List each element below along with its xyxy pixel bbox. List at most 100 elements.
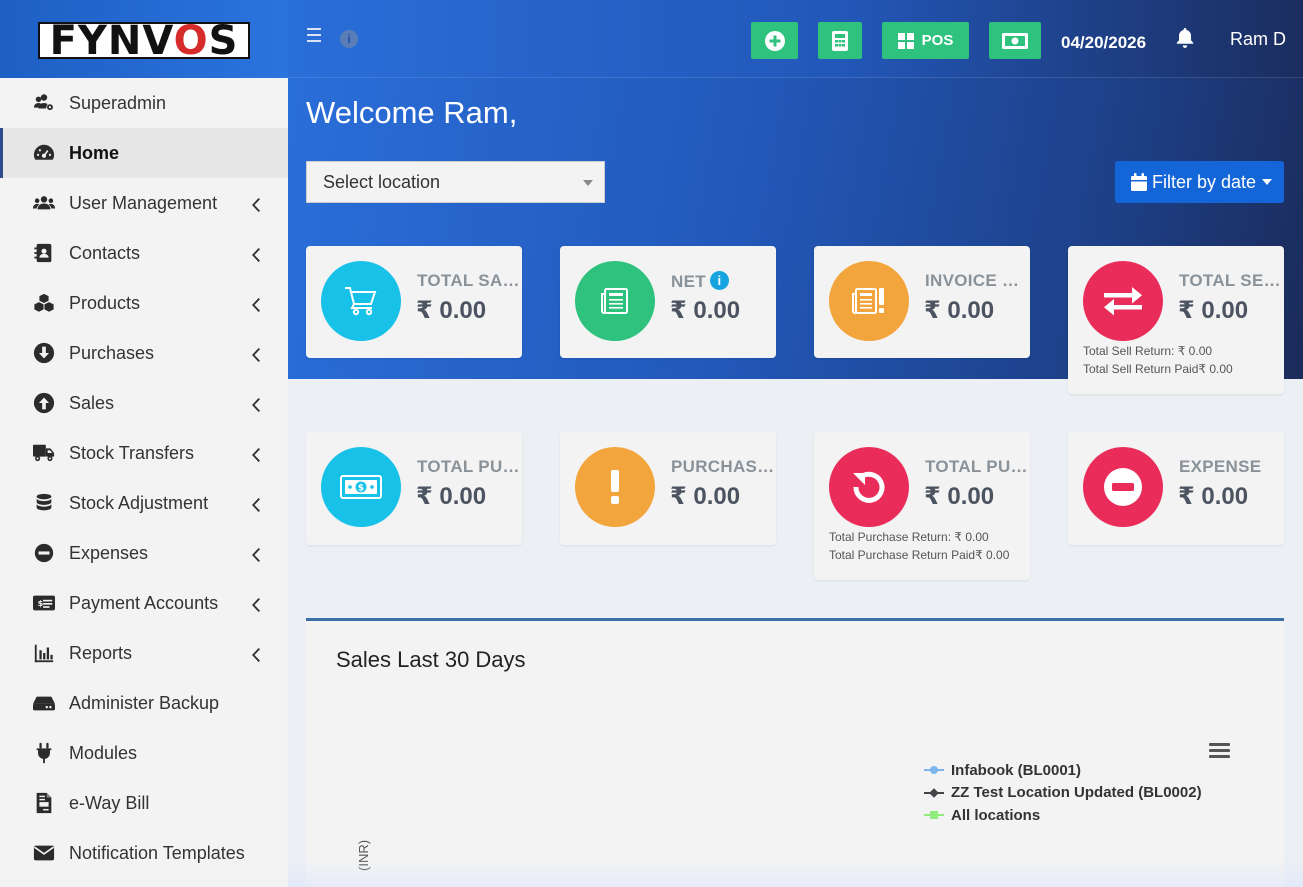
truck-icon <box>32 441 56 465</box>
sidebar-item-e-way-bill[interactable]: e-Way Bill <box>0 778 288 828</box>
sales-chart-panel: Sales Last 30 Days Infabook (BL0001) ZZ T… <box>306 618 1284 887</box>
dashboard-icon <box>32 141 56 165</box>
sidebar-item-label: Products <box>69 292 141 313</box>
sidebar-item-home[interactable]: Home <box>0 128 288 178</box>
sidebar-item-stock-adjustment[interactable]: Stock Adjustment <box>0 478 288 528</box>
pos-button[interactable]: POS <box>882 22 969 59</box>
card-value: ₹ 0.00 <box>1178 297 1249 324</box>
welcome-heading: Welcome Ram, <box>306 95 518 130</box>
legend-item[interactable]: Infabook (BL0001) <box>924 759 1202 782</box>
sidebar-item-label: Stock Adjustment <box>69 492 209 513</box>
cash-register-button[interactable] <box>989 22 1041 59</box>
hdd-icon <box>32 691 56 715</box>
card-value: ₹ 0.00 <box>924 297 995 324</box>
legend-label: Infabook (BL0001) <box>951 761 1082 779</box>
purchase-return-paid: Total Purchase Return Paid₹ 0.00 <box>829 548 1010 562</box>
sidebar-item-label: Payment Accounts <box>69 592 219 613</box>
stat-card-invoice-due: INVOICE DUE ₹ 0.00 <box>814 246 1030 358</box>
stat-card-net: NET i ₹ 0.00 <box>560 246 776 358</box>
card-value: ₹ 0.00 <box>416 297 487 324</box>
card-value: ₹ 0.00 <box>924 483 995 510</box>
sidebar-item-expenses[interactable]: Expenses <box>0 528 288 578</box>
notifications-bell-icon[interactable] <box>1176 28 1194 48</box>
legend-swatch <box>924 787 944 798</box>
hamburger-menu-icon[interactable] <box>307 28 321 42</box>
calculator-icon <box>832 30 848 51</box>
sidebar-item-superadmin[interactable]: Superadmin <box>0 78 288 128</box>
sidebar-item-user-management[interactable]: User Management <box>0 178 288 228</box>
legend-item[interactable]: All locations <box>924 804 1202 827</box>
exchange-icon <box>1083 261 1163 341</box>
legend-swatch <box>924 810 944 820</box>
user-menu[interactable]: Ram D <box>1230 29 1286 50</box>
location-select[interactable]: Select location <box>306 161 605 203</box>
sidebar-item-sales[interactable]: Sales <box>0 378 288 428</box>
sidebar-item-administer-backup[interactable]: Administer Backup <box>0 678 288 728</box>
sidebar-item-label: Superadmin <box>69 92 167 113</box>
cubes-icon <box>32 291 56 315</box>
sidebar-item-label: Administer Backup <box>69 692 220 713</box>
info-icon[interactable]: i <box>340 30 358 48</box>
svg-text:$: $ <box>38 598 44 608</box>
arrow-circle-up-icon <box>32 391 56 415</box>
card-title: EXPENSE <box>1179 457 1262 476</box>
cart-icon <box>321 261 401 341</box>
grid-icon <box>897 32 914 49</box>
svg-text:$: $ <box>358 484 364 494</box>
sidebar-item-label: Sales <box>69 392 115 413</box>
sidebar-menu: Superadmin Home User Management Contacts Pro… <box>0 78 288 878</box>
add-button[interactable] <box>751 22 798 59</box>
sidebar-item-modules[interactable]: Modules <box>0 728 288 778</box>
info-icon[interactable]: i <box>709 271 729 290</box>
users-icon <box>32 191 56 215</box>
sidebar-item-reports[interactable]: Reports <box>0 628 288 678</box>
chevron-left-icon <box>252 396 262 412</box>
sidebar-item-payment-accounts[interactable]: $ Payment Accounts <box>0 578 288 628</box>
card-title: TOTAL SALES <box>417 271 522 290</box>
stat-card-total-purchase: $ TOTAL PURCHASE ₹ 0.00 <box>306 432 522 545</box>
chevron-left-icon <box>252 596 262 612</box>
card-title: TOTAL PURCHASE RETURN <box>925 457 1030 476</box>
legend-label: ZZ Test Location Updated (BL0002) <box>951 784 1202 802</box>
money-bill-icon: $ <box>321 447 401 527</box>
chart-legend: Infabook (BL0001) ZZ Test Location Update… <box>924 759 1202 827</box>
sidebar-item-contacts[interactable]: Contacts <box>0 228 288 278</box>
invoice-alert-icon <box>829 261 909 341</box>
chevron-left-icon <box>252 196 262 212</box>
plug-icon <box>32 741 56 765</box>
stat-card-total-sell-return: TOTAL SELL RETURN ₹ 0.00 Total Sell Retu… <box>1068 246 1284 394</box>
app-logo[interactable]: FYNVOS <box>38 21 250 61</box>
sidebar-item-label: Expenses <box>69 542 149 563</box>
stat-card-purchase-due: PURCHASE DUE ₹ 0.00 <box>560 432 776 545</box>
calculator-button[interactable] <box>818 22 862 59</box>
legend-swatch <box>924 765 944 775</box>
filter-by-date-button[interactable]: Filter by date <box>1115 161 1284 203</box>
bar-chart-icon <box>32 641 56 665</box>
calendar-icon <box>1131 173 1147 191</box>
money-bill-icon <box>1002 32 1028 49</box>
sidebar-item-stock-transfers[interactable]: Stock Transfers <box>0 428 288 478</box>
caret-down-icon <box>1262 179 1273 185</box>
minus-circle-icon <box>32 541 56 565</box>
current-date: 04/20/2026 <box>1061 33 1147 52</box>
money-check-icon: $ <box>32 591 56 615</box>
sidebar-item-label: Modules <box>69 742 138 763</box>
sidebar-item-notification-templates[interactable]: Notification Templates <box>0 828 288 878</box>
stat-card-expense: EXPENSE ₹ 0.00 <box>1068 432 1284 545</box>
sidebar-item-label: Home <box>69 142 120 163</box>
card-title: NET <box>671 272 706 291</box>
legend-item[interactable]: ZZ Test Location Updated (BL0002) <box>924 782 1202 805</box>
sidebar-item-purchases[interactable]: Purchases <box>0 328 288 378</box>
chart-menu-icon[interactable] <box>1209 743 1230 759</box>
purchase-return-total: Total Purchase Return: ₹ 0.00 <box>829 530 989 544</box>
card-value: ₹ 0.00 <box>1178 483 1249 510</box>
sidebar-item-products[interactable]: Products <box>0 278 288 328</box>
address-book-icon <box>32 241 56 265</box>
card-title: TOTAL SELL RETURN <box>1179 271 1284 290</box>
chevron-left-icon <box>252 446 262 462</box>
sidebar-item-label: Purchases <box>69 342 155 363</box>
sidebar-item-label: User Management <box>69 192 218 213</box>
envelope-icon <box>32 841 56 865</box>
chevron-left-icon <box>252 296 262 312</box>
newspaper-icon <box>575 261 655 341</box>
